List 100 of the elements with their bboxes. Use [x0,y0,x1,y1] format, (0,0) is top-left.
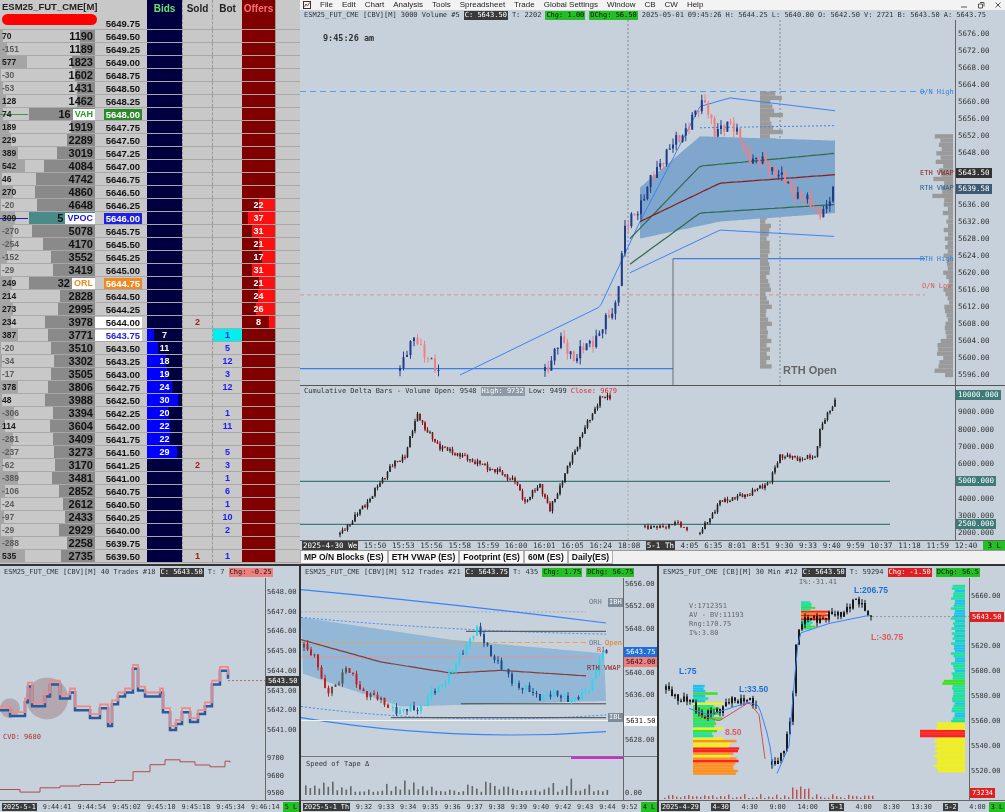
chart-tab[interactable]: MP O/N Blocks (ES) [300,551,388,564]
menu-item[interactable]: CW [664,0,678,10]
delta-value: -152 [2,252,19,262]
volume-value: 32 [57,277,71,289]
bot-count: 5 [224,446,231,458]
price-value: 5645.75 [104,225,141,237]
delta-value: 378 [2,382,17,392]
chart-tab[interactable]: Daily(ES) [567,551,614,564]
volume-value: 2735 [68,550,94,562]
menu-item[interactable]: Window [607,0,636,10]
delta-value: 273 [2,304,17,314]
bid-cell [147,225,182,237]
bot-count: 5 [224,342,231,354]
bid-cell [147,264,182,276]
price-value: 5647.75 [104,121,141,133]
bid-cell [147,56,182,68]
sold-count: 2 [195,460,200,470]
volume-value: 1190 [69,30,94,42]
menu-item[interactable]: Spreadsheet [459,0,506,10]
price-value: 5642.25 [104,407,141,419]
bid-cell [147,316,182,328]
price-value: 5642.50 [104,394,141,406]
bid-size: 29 [159,447,170,457]
delta-value: 535 [2,551,17,561]
offer-cell [242,498,275,510]
bid-cell [147,303,182,315]
price-value: 5644.75 [103,277,142,289]
chart-tab[interactable]: Footprint (ES) [459,551,524,564]
offer-size: 21 [253,239,264,249]
menu-item[interactable]: Tools [432,0,451,10]
bid-size: 24 [159,382,170,392]
volume-value: 3170 [68,459,94,471]
volume-value: 3419 [68,264,94,276]
delta-value: -30 [2,70,15,80]
price-value: 5647.00 [104,160,141,172]
menu-item[interactable]: CB [644,0,656,10]
offer-cell [242,329,275,341]
marker-label: VPOC [65,212,95,224]
delta-value: -281 [2,434,19,444]
bid-cell [147,511,182,523]
bid-size: 22 [159,421,170,431]
price-value: 5646.25 [104,199,141,211]
bid-cell [147,238,182,250]
volume-value: 1462 [68,95,94,107]
offer-size: 31 [253,265,264,275]
price-value: 5648.75 [104,69,141,81]
offer-cell [242,69,275,81]
price-value: 5643.00 [104,368,141,380]
price-value: 5644.25 [104,303,141,315]
sold-count: 2 [195,317,200,327]
price-value: 5639.75 [104,537,141,549]
delta-value: -389 [2,473,19,483]
offer-size: 26 [253,304,264,314]
volume-value: 1823 [68,56,94,68]
delta-value: -29 [2,525,15,535]
volume-value: 5078 [68,225,94,237]
price-value: 5643.25 [104,355,141,367]
volume-value: 2929 [68,524,94,536]
menu-item[interactable]: Help [686,0,704,10]
menu-item[interactable]: Global Settings [543,0,598,10]
chart-label: 8.50 [725,727,742,737]
offer-size: 17 [253,252,264,262]
bid-cell [147,485,182,497]
menu-item[interactable]: File [320,0,333,10]
chart-label: RTH Open [783,364,837,377]
offer-cell [242,550,275,562]
delta-value: 48 [2,395,12,405]
bot-count: 10 [221,511,234,523]
delta-value: 387 [2,330,17,340]
chart-tab[interactable]: 60M (ES) [523,551,568,564]
offer-cell [242,342,275,354]
close-icon[interactable] [994,1,1002,9]
menu-item[interactable]: Analysis [393,0,424,10]
bid-cell [147,212,182,224]
volume-value: 2433 [68,511,94,523]
bid-cell [147,121,182,133]
level-line [570,757,623,759]
volume-value: 16 [58,108,72,120]
volume-value: 3510 [68,342,94,354]
bot-count: 1 [224,407,231,419]
restore-icon[interactable] [977,1,985,9]
offer-cell [242,95,275,107]
price-value: 5645.25 [104,251,141,263]
volume-value: 2995 [68,303,94,315]
price-value: 5649.00 [104,56,141,68]
chart-tab[interactable]: ETH VWAP (ES) [387,551,460,564]
delta-value: -151 [2,44,19,54]
bid-cell [147,108,182,120]
last-price-line [227,680,265,682]
price-value: 5640.00 [104,524,141,536]
volume-value: 4860 [68,186,94,198]
marker-label: ORL [72,277,95,289]
menu-item[interactable]: Chart [364,0,385,10]
clock-time: 9:45:26 am [323,33,375,43]
delta-value: -97 [2,512,15,522]
menu-item[interactable]: Edit [341,0,356,10]
volume-value: 3505 [68,368,94,380]
price-value: 5649.75 [104,17,141,29]
bid-cell [147,30,182,42]
menu-item[interactable]: Trade [514,0,535,10]
